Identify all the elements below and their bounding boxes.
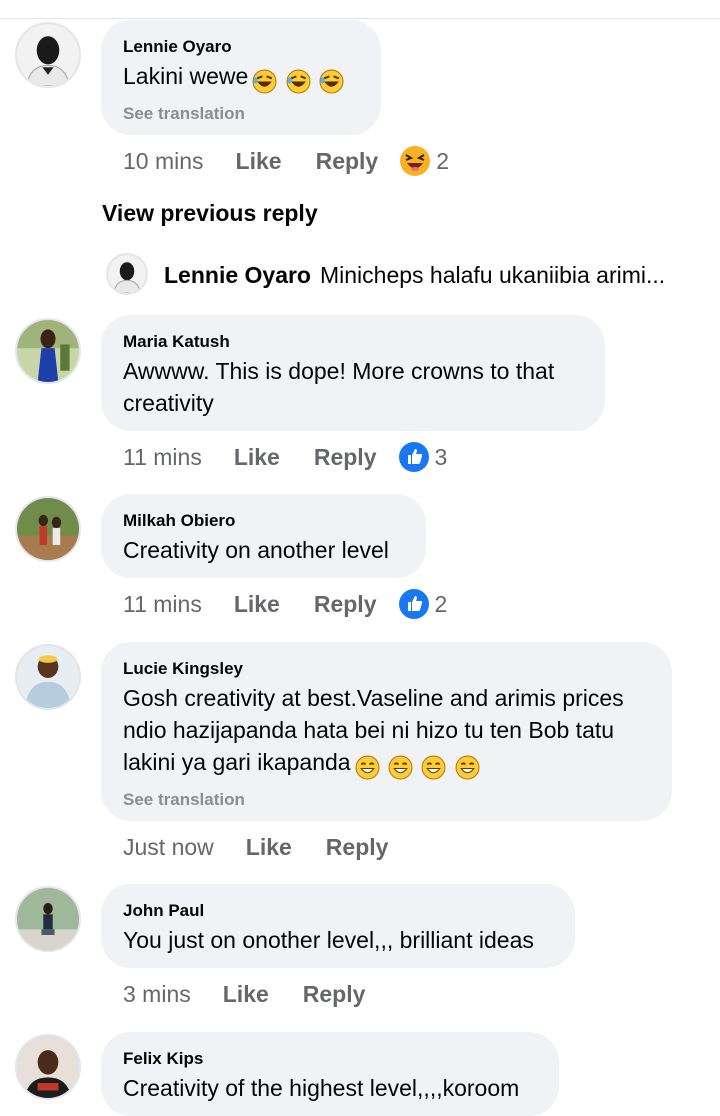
avatar[interactable] [15,22,81,88]
like-button[interactable]: Like [236,145,282,177]
rolling-laughing-emoji-icon [319,69,344,94]
comment-timestamp[interactable]: 10 mins [123,145,204,177]
avatar[interactable] [15,318,81,384]
grinning-emoji-group [355,750,482,782]
comment-text: Gosh creativity at best.Vaseline and ari… [123,682,650,782]
reply-preview[interactable]: Lennie Oyaro Minicheps halafu ukaniibia … [106,252,706,296]
comment-actions: 3 mins Like Reply [123,978,365,1010]
comment-actions: 11 mins Like Reply 3 [123,441,447,473]
grinning-squint-emoji-icon [355,755,380,780]
reaction-summary[interactable]: 2 [398,145,449,178]
avatar[interactable] [106,253,148,295]
view-previous-reply-link[interactable]: View previous reply [102,200,318,227]
rolling-laughing-emoji-group [252,64,346,96]
comment-timestamp[interactable]: Just now [123,831,214,863]
rolling-laughing-emoji-icon [286,69,311,94]
laughing-squint-icon [398,144,432,178]
reply-button[interactable]: Reply [314,441,377,473]
comment-author[interactable]: John Paul [123,901,553,921]
comment-timestamp[interactable]: 11 mins [123,588,202,620]
comment-actions: Just now Like Reply [123,831,388,863]
comment-author[interactable]: Milkah Obiero [123,511,404,531]
comment-text: Creativity on another level [123,537,389,563]
thumbs-up-icon [397,587,431,621]
grinning-squint-emoji-icon [388,755,413,780]
like-button[interactable]: Like [234,588,280,620]
like-button[interactable]: Like [223,978,269,1010]
comment-bubble: Felix Kips Creativity of the highest lev… [101,1032,559,1116]
reply-button[interactable]: Reply [314,588,377,620]
avatar[interactable] [15,886,81,952]
comment-actions: 11 mins Like Reply 2 [123,588,447,620]
see-translation-link[interactable]: See translation [123,790,650,810]
top-divider [0,18,720,19]
comment-author[interactable]: Felix Kips [123,1049,537,1069]
comment-author[interactable]: Lucie Kingsley [123,659,650,679]
comment-timestamp[interactable]: 3 mins [123,978,191,1010]
grinning-squint-emoji-icon [455,755,480,780]
comment-bubble: John Paul You just on onother level,,, b… [101,884,575,968]
reaction-summary[interactable]: 2 [397,587,448,621]
comment-bubble: Maria Katush Awwww. This is dope! More c… [101,315,605,431]
reply-author[interactable]: Lennie Oyaro [164,262,311,289]
comment-text: Lakini wewe [123,60,359,96]
see-translation-link[interactable]: See translation [123,104,359,124]
comment-actions: 10 mins Like Reply 2 [123,145,449,177]
comment-bubble: Milkah Obiero Creativity on another leve… [101,494,426,578]
avatar[interactable] [15,1034,81,1100]
reply-button[interactable]: Reply [326,831,389,863]
rolling-laughing-emoji-icon [252,69,277,94]
reaction-count: 3 [434,444,448,470]
reaction-count: 2 [434,591,448,617]
comment-text: Awwww. This is dope! More crowns to that… [123,358,555,416]
reply-text: Minicheps halafu ukaniibia arimi... [320,262,666,288]
comment-text: You just on onother level,,, brilliant i… [123,927,534,953]
like-button[interactable]: Like [234,441,280,473]
avatar[interactable] [15,644,81,710]
reply-button[interactable]: Reply [316,145,379,177]
comment-bubble: Lucie Kingsley Gosh creativity at best.V… [101,642,672,821]
reaction-count: 2 [436,148,450,174]
comment-text: Creativity of the highest level,,,,koroo… [123,1075,520,1101]
like-button[interactable]: Like [246,831,292,863]
thumbs-up-icon [397,440,431,474]
avatar[interactable] [15,496,81,562]
comment-author[interactable]: Lennie Oyaro [123,37,359,57]
comment-timestamp[interactable]: 11 mins [123,441,202,473]
comment-bubble: Lennie Oyaro Lakini wewe See translation [101,20,381,135]
reaction-summary[interactable]: 3 [397,440,448,474]
grinning-squint-emoji-icon [421,755,446,780]
reply-button[interactable]: Reply [303,978,366,1010]
comment-author[interactable]: Maria Katush [123,332,583,352]
